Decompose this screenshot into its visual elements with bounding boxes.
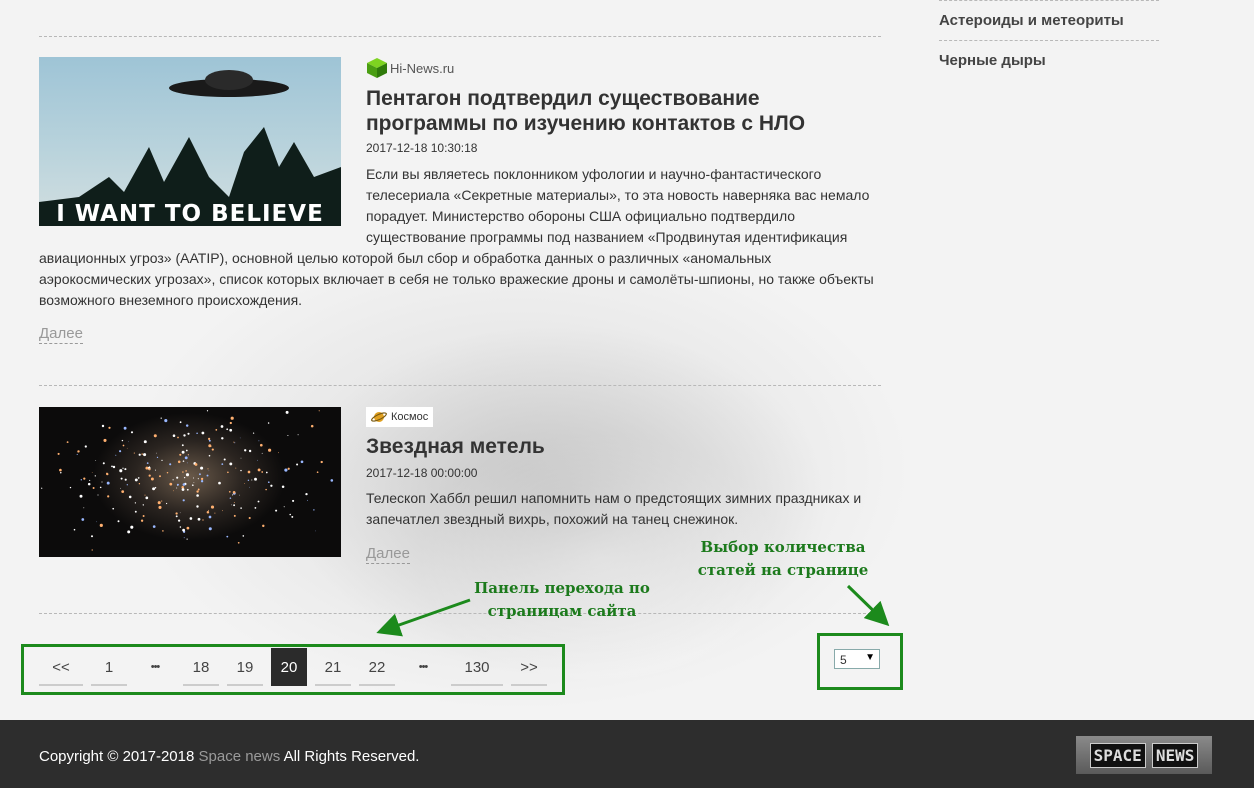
arrow-to-pager <box>376 598 471 637</box>
pagination-item[interactable]: 18 <box>183 648 219 686</box>
annotation-arrows <box>376 584 890 637</box>
pagination-label: 20 <box>280 658 298 676</box>
pagination-label: 22 <box>368 658 386 676</box>
pagination-item[interactable]: 19 <box>227 648 263 686</box>
pagination-label: 19 <box>236 658 254 676</box>
pagination-item[interactable]: 130 <box>451 648 503 686</box>
dropdown-arrow-icon: ▼ <box>865 652 875 663</box>
space-news-logo[interactable]: SPACE NEWS <box>1076 736 1212 774</box>
pagination-label: ••• <box>150 661 161 673</box>
pagination-label: ••• <box>418 661 429 673</box>
pagination-item[interactable]: 21 <box>315 648 351 686</box>
pagination-ellipsis: ••• <box>135 648 175 686</box>
pagination-label: 18 <box>192 658 210 676</box>
pagination-item[interactable]: 22 <box>359 648 395 686</box>
copyright: Copyright © 2017-2018 Space news All Rig… <box>39 748 420 765</box>
pagination-label: 21 <box>324 658 342 676</box>
per-page-select[interactable]: 5 ▼ <box>834 649 880 669</box>
pagination-label: 1 <box>104 658 114 676</box>
pagination-label: 130 <box>464 658 490 676</box>
pagination: << 1 ••• 18 19 20 21 22 ••• 130 >> <box>39 648 555 686</box>
site-link[interactable]: Space news <box>199 748 281 765</box>
pagination-item[interactable]: 20 <box>271 648 307 686</box>
pagination-item[interactable]: >> <box>511 648 547 686</box>
arrow-to-per-page <box>846 584 890 627</box>
pagination-ellipsis: ••• <box>403 648 443 686</box>
pagination-label: << <box>52 658 70 676</box>
pagination-item[interactable]: 1 <box>91 648 127 686</box>
pagination-item[interactable]: << <box>39 648 83 686</box>
pagination-label: >> <box>520 658 538 676</box>
